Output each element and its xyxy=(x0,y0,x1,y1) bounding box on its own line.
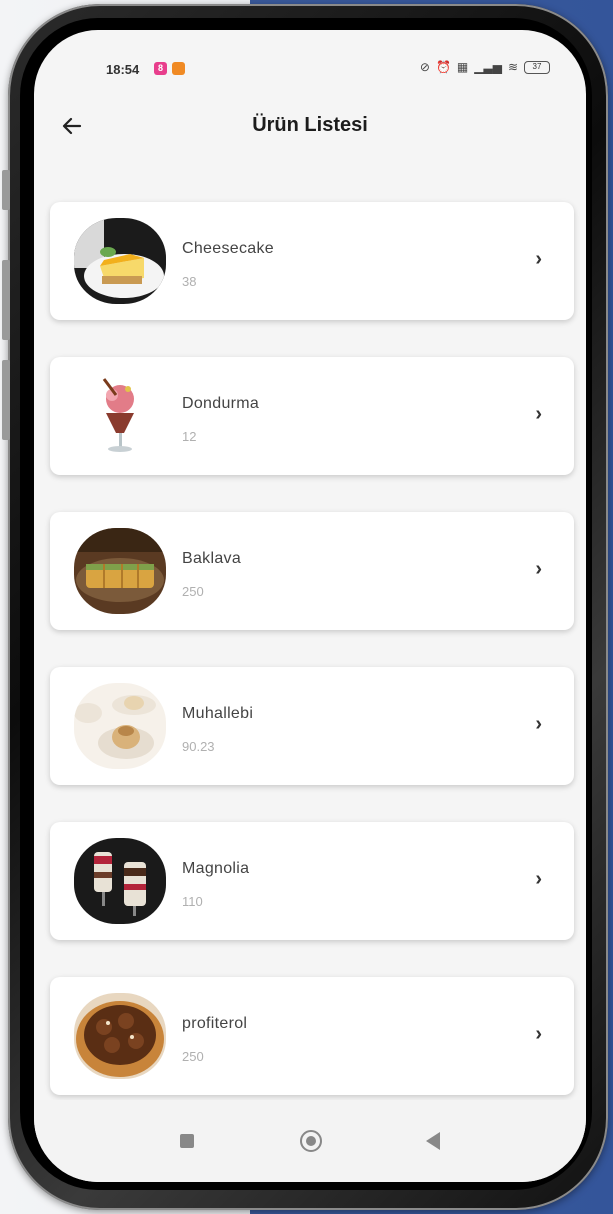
notification-badge-pink-icon: 8 xyxy=(154,62,167,75)
status-icons: ⊘ ⏰ ▦ ▁▃▅ ≋ 37 xyxy=(420,60,550,74)
wifi-icon: ≋ xyxy=(507,60,518,74)
alarm-icon: ⏰ xyxy=(435,60,451,74)
phone-screen: 18:54 8 ⊘ ⏰ ▦ ▁▃▅ ≋ 37 Ürün Listesi Chee… xyxy=(34,30,586,1182)
product-list: Cheesecake 38 › Dondurma 12 › Baklava 25… xyxy=(50,202,576,1132)
baklava-image xyxy=(74,528,166,614)
power-button xyxy=(2,360,10,440)
recents-icon[interactable] xyxy=(180,1134,194,1148)
battery-indicator: 37 xyxy=(524,60,550,74)
back-button[interactable] xyxy=(60,110,90,140)
nfc-icon: ⊘ xyxy=(419,60,430,74)
chevron-right-icon: › xyxy=(535,868,542,890)
chevron-right-icon: › xyxy=(535,403,542,425)
chevron-right-icon: › xyxy=(535,1023,542,1045)
product-card[interactable]: Magnolia 110 › xyxy=(50,822,574,940)
back-icon[interactable] xyxy=(426,1132,440,1150)
data-icon: ▦ xyxy=(456,60,469,74)
notification-badge-orange-icon xyxy=(172,62,185,75)
product-price: 12 xyxy=(182,429,197,444)
product-name: Magnolia xyxy=(182,860,250,877)
product-price: 110 xyxy=(182,894,203,909)
product-card[interactable]: profiterol 250 › xyxy=(50,977,574,1095)
product-name: Cheesecake xyxy=(182,240,274,257)
arrow-left-icon xyxy=(62,117,82,135)
product-name: Baklava xyxy=(182,550,242,567)
status-time: 18:54 xyxy=(106,62,140,77)
magnolia-image xyxy=(74,838,166,924)
signal-icon: ▁▃▅ xyxy=(474,60,502,74)
cheesecake-image xyxy=(74,218,166,304)
ice-cream-image xyxy=(74,373,166,459)
app-bar: Ürün Listesi xyxy=(34,100,586,150)
product-card[interactable]: Dondurma 12 › xyxy=(50,357,574,475)
product-name: profiterol xyxy=(182,1015,248,1032)
profiterol-image xyxy=(74,993,166,1079)
product-price: 250 xyxy=(182,1049,204,1064)
chevron-right-icon: › xyxy=(535,713,542,735)
volume-up-button xyxy=(2,170,10,210)
product-card[interactable]: Muhallebi 90.23 › xyxy=(50,667,574,785)
product-card[interactable]: Cheesecake 38 › xyxy=(50,202,574,320)
product-price: 38 xyxy=(182,274,197,289)
chevron-right-icon: › xyxy=(535,558,542,580)
page-title: Ürün Listesi xyxy=(252,114,368,136)
system-nav-bar xyxy=(34,1100,586,1182)
home-icon[interactable] xyxy=(300,1130,322,1152)
status-bar: 18:54 8 ⊘ ⏰ ▦ ▁▃▅ ≋ 37 xyxy=(34,30,586,100)
volume-down-button xyxy=(2,260,10,340)
product-card[interactable]: Baklava 250 › xyxy=(50,512,574,630)
product-name: Dondurma xyxy=(182,395,260,412)
product-price: 250 xyxy=(182,584,204,599)
chevron-right-icon: › xyxy=(535,248,542,270)
muhallebi-image xyxy=(74,683,166,769)
product-name: Muhallebi xyxy=(182,705,254,722)
product-price: 90.23 xyxy=(182,739,215,754)
